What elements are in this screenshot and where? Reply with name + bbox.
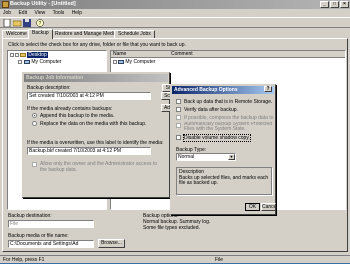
allow-owner-label: Allow only the owner and the Administrat… — [40, 161, 158, 173]
backup-destination-select[interactable]: File — [8, 220, 94, 228]
instruction-text: Click to select the check box for any dr… — [8, 42, 186, 48]
expand-box-icon[interactable] — [10, 52, 14, 57]
menu-edit[interactable]: Edit — [15, 9, 30, 17]
menu-bar: Job Edit View Tools Help — [0, 9, 350, 17]
help-question-icon[interactable]: ? — [264, 86, 272, 92]
tab-backup[interactable]: Backup — [28, 29, 53, 39]
window-titlebar[interactable]: Backup Utility - [Untitled] _ □ × — [0, 0, 350, 9]
help-icon[interactable]: ? — [36, 19, 45, 27]
compress-label: If possible, compress the backup data to… — [184, 115, 274, 121]
list-item[interactable]: My Computer — [113, 59, 155, 65]
disable-shadow-copy-checkbox[interactable] — [176, 135, 181, 140]
job-dialog-titlebar[interactable]: Backup Job Information — [24, 74, 168, 82]
list-header: Name Comment — [111, 51, 345, 58]
save-disk-icon[interactable] — [23, 19, 32, 27]
column-name-header[interactable]: Name — [113, 51, 126, 57]
tree-label-my-computer: My Computer — [31, 59, 62, 65]
new-job-icon[interactable] — [3, 18, 12, 28]
svg-text:?: ? — [39, 21, 42, 27]
tree-label-desktop: Desktop — [27, 52, 48, 58]
append-label: Append this backup to the media. — [40, 113, 115, 119]
media-contains-backups-label: If the media already contains backups: — [27, 106, 113, 112]
allow-owner-checkbox[interactable] — [32, 162, 37, 167]
cancel-button[interactable]: Cancel — [261, 203, 276, 211]
advanced-dialog-title: Advanced Backup Options — [174, 87, 238, 93]
computer-icon — [24, 59, 31, 64]
backup-options-line2: Some file types excluded. — [143, 225, 200, 231]
media-label-input[interactable]: Backup.bkf created 7/10/2003 at 4:12 PM — [27, 147, 151, 155]
replace-label: Replace the data on the media with this … — [40, 121, 147, 127]
close-button[interactable]: × — [340, 1, 349, 8]
compress-checkbox[interactable] — [176, 115, 181, 120]
desktop-folder-icon — [20, 52, 27, 57]
computer-icon — [118, 59, 125, 64]
backup-description-input[interactable]: Set created 7/10/2003 at 4:12 PM — [27, 92, 151, 100]
verify-data-checkbox[interactable] — [176, 107, 181, 112]
backup-type-description: Backs up selected files, and marks each … — [179, 175, 269, 186]
expand-box-icon[interactable] — [18, 59, 22, 64]
disable-shadow-copy-label: Disable volume shadow copy. — [183, 134, 251, 142]
remote-storage-checkbox[interactable] — [176, 99, 181, 104]
advanced-dialog-titlebar[interactable]: Advanced Backup Options ? — [172, 86, 274, 94]
ok-button[interactable]: OK — [245, 203, 260, 211]
menu-job[interactable]: Job — [0, 9, 14, 17]
backup-type-select[interactable]: Normal ▼ — [176, 153, 236, 161]
menu-help[interactable]: Help — [69, 9, 85, 17]
chevron-down-icon[interactable]: ▼ — [228, 154, 235, 160]
backup-job-information-dialog: Backup Job Information Backup descriptio… — [22, 72, 173, 198]
maximize-button[interactable]: □ — [330, 1, 339, 8]
media-label: Backup media or file name: — [8, 233, 69, 239]
list-label-my-computer: My Computer — [125, 59, 156, 65]
remote-storage-label: Back up data that is in Remote Storage. — [184, 99, 273, 105]
verify-data-label: Verify data after backup. — [184, 107, 238, 113]
tab-restore[interactable]: Restore and Manage Media — [51, 30, 121, 38]
backup-description-label: Backup description: — [27, 85, 71, 91]
append-radio[interactable] — [32, 113, 37, 118]
list-checkbox[interactable] — [113, 59, 117, 64]
tree-item-my-computer[interactable]: My Computer — [18, 59, 61, 65]
toolbar: ? — [0, 17, 350, 28]
overwritten-label: If the media is overwritten, use this la… — [27, 140, 164, 146]
backup-app-icon — [2, 1, 9, 8]
backup-destination-label: Backup destination: — [8, 213, 52, 219]
backup-utility-window: Backup Utility - [Untitled] _ □ × Job Ed… — [0, 0, 350, 263]
status-bar: For Help, press F1 File — [0, 255, 350, 263]
media-file-input[interactable]: C:\Documents and Settings\Ad — [8, 240, 94, 248]
column-comment-header[interactable]: Comment — [171, 51, 193, 57]
minimize-button[interactable]: _ — [320, 1, 329, 8]
menu-tools[interactable]: Tools — [50, 9, 68, 17]
window-title: Backup Utility - [Untitled] — [10, 1, 76, 7]
description-group: Description Backs up selected files, and… — [176, 167, 272, 195]
browse-button[interactable]: Browse... — [98, 239, 125, 248]
tree-item-desktop[interactable]: Desktop — [10, 52, 48, 58]
open-folder-icon[interactable] — [12, 19, 22, 27]
tab-schedule[interactable]: Schedule Jobs — [114, 30, 155, 38]
replace-radio[interactable] — [32, 121, 37, 126]
advanced-backup-options-dialog: Advanced Backup Options ? Back up data t… — [170, 84, 276, 215]
tab-welcome[interactable]: Welcome — [2, 30, 31, 38]
system-protected-checkbox[interactable] — [176, 123, 181, 128]
tree-checkbox[interactable] — [15, 52, 19, 57]
system-protected-label: Automatically backup System Protected Fi… — [184, 122, 273, 132]
menu-view[interactable]: View — [31, 9, 48, 17]
